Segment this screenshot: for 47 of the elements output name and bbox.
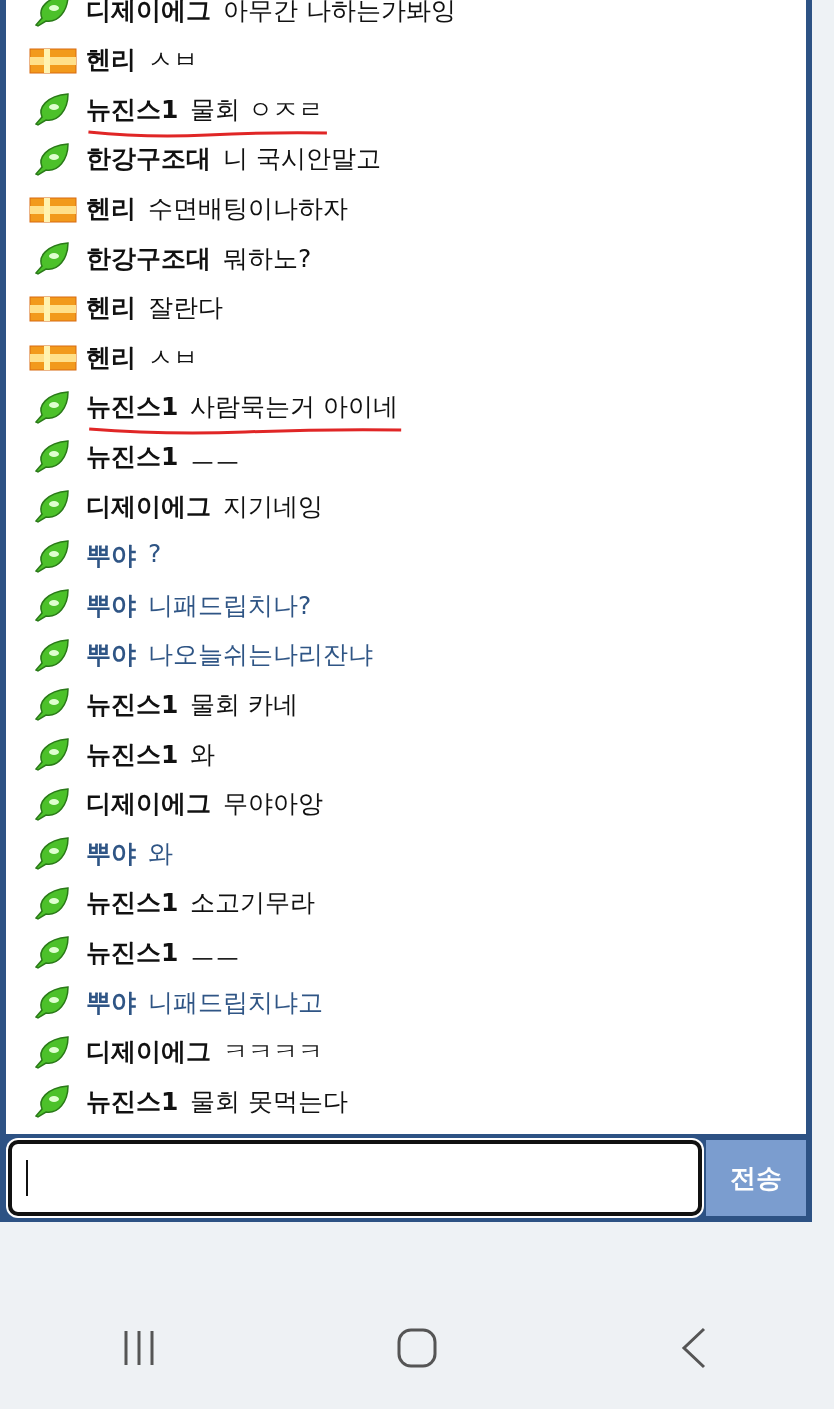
message-text: ㅅㅂ <box>148 341 198 374</box>
message-text: 사람묵는거 아이네 <box>190 391 399 424</box>
user-name[interactable]: 뉴진스1 <box>86 1084 179 1118</box>
message-text: 니패드립치나? <box>148 589 312 622</box>
message-text: ㅋㅋㅋㅋ <box>223 1036 323 1069</box>
message-text: 무야아앙 <box>223 788 323 821</box>
user-name[interactable]: 뉴진스1 <box>86 935 179 969</box>
user-name[interactable]: 뿌야 <box>86 638 136 672</box>
message-text: 뭐하노? <box>223 242 312 275</box>
message-text: 물회 카네 <box>190 688 299 721</box>
message-text: 물회 ㅇㅈㄹ <box>190 93 324 126</box>
user-name[interactable]: 한강구조대 <box>86 142 211 176</box>
user-name[interactable]: 뉴진스1 <box>86 687 179 721</box>
message-text: 물회 못먹는다 <box>190 1085 349 1118</box>
message-input[interactable] <box>8 1140 702 1216</box>
message-text: 아무간 나하는가봐잉 <box>223 0 456 27</box>
user-name[interactable]: 한강구조대 <box>86 241 211 275</box>
user-name[interactable]: 디제이에그 <box>86 0 211 27</box>
message-text: 와 <box>148 837 173 870</box>
user-name[interactable]: 디제이에그 <box>86 1035 211 1069</box>
message-text: 와 <box>190 738 216 771</box>
user-name[interactable]: 디제이에그 <box>86 489 211 523</box>
user-name[interactable]: 뿌야 <box>86 539 136 573</box>
message-text: ㅡㅡ <box>190 936 241 969</box>
user-name[interactable]: 디제이에그 <box>86 787 211 821</box>
message-text: 니 국시안말고 <box>223 143 381 176</box>
message-text: 잘란다 <box>148 292 223 325</box>
user-name[interactable]: 뉴진스1 <box>86 440 179 473</box>
message-text: 니패드립치냐고 <box>148 986 323 1019</box>
message-text: 수면배팅이나하자 <box>148 193 348 225</box>
message-text: 나오늘쉬는나리잔냐 <box>148 639 373 672</box>
message-text: ㅅㅂ <box>148 44 198 77</box>
user-name[interactable]: 헨리 <box>86 43 136 77</box>
user-name[interactable]: 뿌야 <box>86 985 136 1019</box>
message-text: ? <box>148 539 162 571</box>
user-name[interactable]: 헨리 <box>86 192 136 225</box>
user-name[interactable]: 뉴진스1 <box>86 92 179 126</box>
message-text: 지기네잉 <box>223 490 323 523</box>
user-name[interactable]: 헨리 <box>86 340 136 374</box>
message-text: ㅡㅡ <box>190 441 241 473</box>
user-name[interactable]: 뉴진스1 <box>86 737 179 771</box>
user-name[interactable]: 뉴진스1 <box>86 390 179 424</box>
user-name[interactable]: 헨리 <box>86 291 136 325</box>
user-name[interactable]: 뿌야 <box>86 588 136 622</box>
message-text: 소고기무라 <box>190 887 316 920</box>
user-name[interactable]: 뉴진스1 <box>86 886 179 920</box>
user-name[interactable]: 뿌야 <box>86 836 136 870</box>
